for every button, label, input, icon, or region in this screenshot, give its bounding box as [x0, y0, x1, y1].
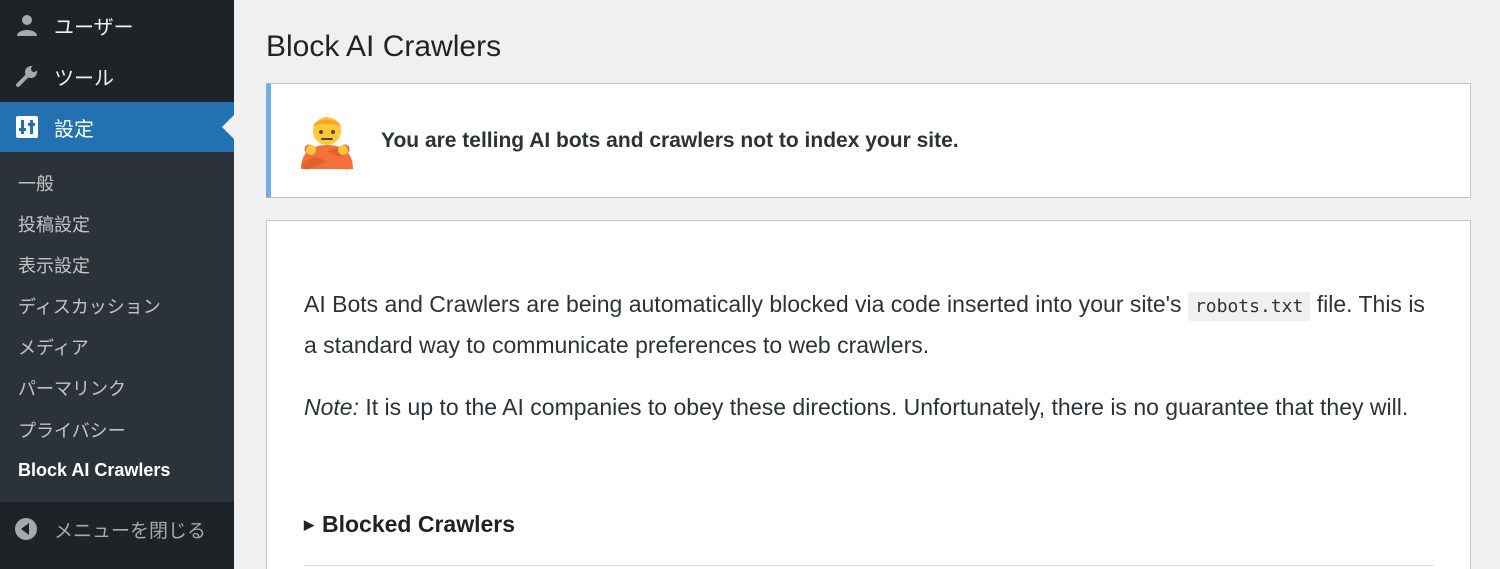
info-card: AI Bots and Crawlers are being automatic… [266, 220, 1471, 569]
robots-explanation: AI Bots and Crawlers are being automatic… [304, 285, 1429, 364]
wrench-icon [14, 63, 40, 89]
person-gesturing-no-icon [297, 111, 357, 171]
note-paragraph: Note: It is up to the AI companies to ob… [304, 388, 1429, 426]
menu-item-users[interactable]: ユーザー [0, 0, 234, 50]
status-notice: You are telling AI bots and crawlers not… [266, 83, 1471, 198]
submenu-item-block-ai-crawlers[interactable]: Block AI Crawlers [18, 460, 170, 481]
menu-item-label: ユーザー [54, 14, 134, 39]
menu-item-settings[interactable]: 設定 [0, 102, 234, 152]
robots-text-before: AI Bots and Crawlers are being automatic… [304, 291, 1188, 317]
submenu-item-privacy[interactable]: プライバシー [18, 417, 126, 443]
menu-item-label: 設定 [54, 116, 94, 141]
collapse-menu-button[interactable]: メニューを閉じる [0, 504, 234, 554]
collapse-arrow-icon [14, 517, 38, 541]
settings-submenu: 一般 投稿設定 表示設定 ディスカッション メディア パーマリンク プライバシー… [0, 152, 234, 502]
note-text: It is up to the AI companies to obey the… [358, 394, 1409, 420]
submenu-item-permalinks[interactable]: パーマリンク [18, 375, 126, 401]
admin-sidebar: ユーザー ツール 設定 一般 投稿設定 表示設定 ディスカッション メディア パ… [0, 0, 234, 569]
page-title: Block AI Crawlers [266, 30, 502, 63]
collapse-menu-label: メニューを閉じる [54, 519, 207, 542]
submenu-item-media[interactable]: メディア [18, 334, 89, 360]
submenu-item-general[interactable]: 一般 [18, 170, 54, 196]
submenu-item-reading[interactable]: 表示設定 [18, 252, 90, 278]
settings-sliders-icon [14, 114, 40, 140]
blocked-crawlers-label: Blocked Crawlers [322, 511, 516, 537]
robots-txt-code: robots.txt [1187, 292, 1311, 321]
note-label: Note: [304, 394, 359, 420]
divider [304, 565, 1434, 566]
submenu-item-writing[interactable]: 投稿設定 [18, 211, 90, 237]
menu-item-tools[interactable]: ツール [0, 51, 234, 101]
disclosure-triangle-icon: ▶ [304, 516, 314, 532]
notice-message: You are telling AI bots and crawlers not… [381, 128, 959, 152]
blocked-crawlers-toggle[interactable]: ▶ Blocked Crawlers [304, 511, 515, 538]
user-icon [14, 12, 40, 38]
menu-item-label: ツール [54, 65, 114, 90]
submenu-item-discussion[interactable]: ディスカッション [18, 293, 161, 319]
